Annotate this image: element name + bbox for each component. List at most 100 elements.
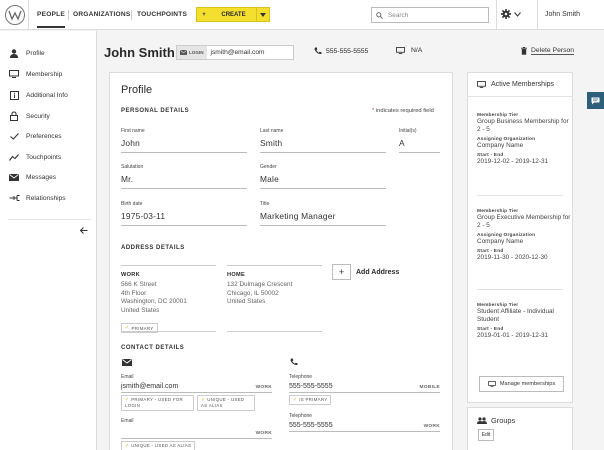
telephone-field[interactable]: Telephone 555-555-5555 MOBILE ✓ IS PRIMA… <box>289 374 440 405</box>
chevron-down-icon <box>514 11 521 17</box>
sidebar-item-label: Messages <box>26 173 57 181</box>
address-card-home[interactable]: HOME 132 Dulmage Crescent Chicago, IL 50… <box>227 265 322 332</box>
address-lines: 566 K Street 4th Floor Washington, DC 20… <box>121 281 216 315</box>
sidebar-item-touchpoints[interactable]: Touchpoints <box>8 152 61 162</box>
settings-menu-button[interactable] <box>501 9 521 19</box>
nav-organizations[interactable]: ORGANIZATIONS <box>73 11 130 18</box>
groups-title: Groups <box>491 416 516 425</box>
user-menu[interactable]: John Smith <box>545 11 580 18</box>
address-line: Chicago, IL 50002 <box>227 289 279 297</box>
sidebar-item-preferences[interactable]: Preferences <box>8 131 62 141</box>
sidebar-item-label: Additional Info <box>26 91 68 99</box>
search-input[interactable]: Search <box>371 7 489 23</box>
app-logo-icon[interactable] <box>5 5 25 25</box>
sidebar-item-relationships[interactable]: Relationships <box>8 193 66 203</box>
top-bar: PEOPLE ORGANIZATIONS TOUCHPOINTS + CREAT… <box>0 0 604 30</box>
delete-person-button[interactable]: Delete Person <box>521 47 575 55</box>
chat-button[interactable] <box>587 92 604 109</box>
field-label: First name <box>121 128 145 134</box>
sidebar: Profile Membership Additional Info Secur… <box>0 31 97 450</box>
create-dropdown-toggle[interactable] <box>256 8 269 21</box>
telephone-chip: ✓ IS PRIMARY <box>289 395 332 405</box>
field-label: Telephone <box>289 413 313 419</box>
monitor-icon <box>488 381 496 387</box>
groups-header: Groups <box>477 416 515 425</box>
address-line: Washington, DC 20001 <box>121 298 187 305</box>
org-value: Company Name <box>477 238 524 245</box>
address-card-work[interactable]: WORK 566 K Street 4th Floor Washington, … <box>121 265 216 332</box>
sidebar-item-profile[interactable]: Profile <box>8 48 45 58</box>
email-row: jsmith@email.com WORK <box>121 383 272 393</box>
salutation-field[interactable]: Salutation Mr. <box>121 164 247 189</box>
sidebar-item-additional-info[interactable]: Additional Info <box>8 90 68 100</box>
trend-icon <box>8 152 20 162</box>
create-button[interactable]: + CREATE <box>196 7 270 22</box>
title-field[interactable]: Title Marketing Manager <box>260 201 386 226</box>
initials-field[interactable]: Initial(s) A <box>399 128 440 153</box>
edit-groups-button[interactable]: Edit <box>478 429 494 441</box>
field-label: Birth date <box>121 201 143 207</box>
chevron-down-icon <box>260 12 266 17</box>
sidebar-item-label: Relationships <box>26 194 66 202</box>
address-line: 132 Dulmage Crescent <box>227 281 293 288</box>
sidebar-item-security[interactable]: Security <box>8 111 50 121</box>
email-chips: ✓ UNIQUE - USED AS ALIAS <box>121 441 272 450</box>
field-value: 1975-03-11 <box>121 211 247 226</box>
required-note: * indicates required field <box>372 108 434 114</box>
telephone-field[interactable]: Telephone 555-555-5555 WORK <box>289 413 440 432</box>
add-address-button[interactable]: + Add Address <box>332 264 399 280</box>
add-address-label: Add Address <box>356 268 400 276</box>
telephone-row: 555-555-5555 WORK <box>289 422 440 432</box>
create-label: CREATE <box>221 11 246 18</box>
tier-value: Group Business Membership for 2 - 5 <box>477 118 569 133</box>
field-label: Last name <box>260 128 284 134</box>
relationship-icon <box>8 193 20 203</box>
chip-label: IS PRIMARY <box>299 397 328 402</box>
tier-value: Student Affiliate - Individual Student <box>477 308 554 323</box>
sidebar-item-messages[interactable]: Messages <box>8 172 56 182</box>
field-label: Gender <box>260 164 277 170</box>
email-kind: WORK <box>255 385 272 390</box>
gear-icon <box>501 9 511 19</box>
nav-touchpoints[interactable]: TOUCHPOINTS <box>137 11 187 18</box>
search-icon <box>376 11 383 19</box>
lock-icon <box>8 111 20 121</box>
person-icon <box>8 48 20 58</box>
gender-field[interactable]: Gender Male <box>260 164 386 189</box>
monitor-icon <box>8 69 20 79</box>
info-icon <box>8 90 20 100</box>
manage-memberships-button[interactable]: Manage memberships <box>479 376 564 392</box>
membership-item[interactable]: Membership Tier Group Executive Membersh… <box>477 206 572 262</box>
sidebar-item-label: Preferences <box>26 132 62 140</box>
first-name-field[interactable]: First name John <box>121 128 247 153</box>
sidebar-item-label: Security <box>26 112 50 120</box>
arrow-left-icon <box>80 227 88 234</box>
sidebar-item-label: Membership <box>26 70 63 78</box>
header-phone: 555-555-5555 <box>314 47 368 55</box>
field-label: Email <box>121 374 134 380</box>
active-memberships-title: Active Memberships <box>491 81 555 88</box>
email-field[interactable]: Email WORK ✓ UNIQUE - USED AS ALIAS <box>121 418 272 450</box>
membership-item[interactable]: Membership Tier Group Business Membershi… <box>477 110 572 166</box>
login-email-field: LOGIN jsmith@email.com <box>176 45 294 60</box>
field-label: Email <box>121 418 134 424</box>
manage-memberships-label: Manage memberships <box>499 381 556 387</box>
active-memberships-card: Active Memberships Membership Tier Group… <box>467 72 573 403</box>
birth-date-field[interactable]: Birth date 1975-03-11 <box>121 201 247 226</box>
nav-people[interactable]: PEOPLE <box>37 11 65 28</box>
search-placeholder: Search <box>388 11 409 19</box>
sidebar-item-membership[interactable]: Membership <box>8 69 62 79</box>
field-value: Marketing Manager <box>260 211 386 226</box>
divider <box>8 219 91 220</box>
field-value: Smith <box>260 138 386 153</box>
last-name-field[interactable]: Last name Smith <box>260 128 386 153</box>
email-field[interactable]: Email jsmith@email.com WORK ✓ PRIMARY - … <box>121 374 272 411</box>
address-line: United States <box>227 298 266 305</box>
collapse-sidebar-button[interactable] <box>80 227 88 234</box>
divider <box>131 10 132 20</box>
login-email: jsmith@email.com <box>210 49 265 56</box>
membership-item[interactable]: Membership Tier Student Affiliate - Indi… <box>477 300 572 340</box>
profile-card: Profile PERSONAL DETAILS * indicates req… <box>109 72 453 450</box>
email-chip: ✓ PRIMARY - USED FOR LOGIN <box>121 395 194 411</box>
divider <box>477 289 563 290</box>
